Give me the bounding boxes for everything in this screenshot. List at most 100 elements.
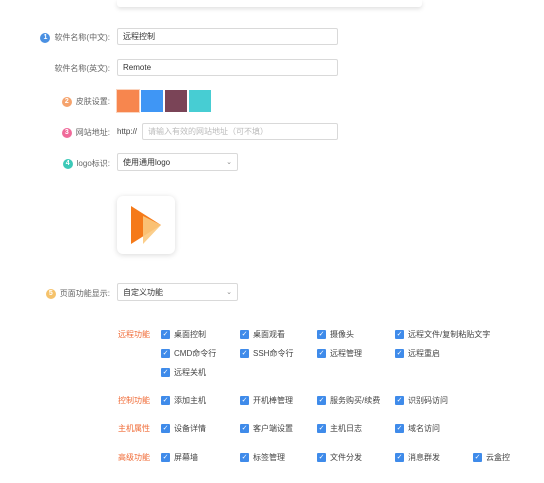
website-label: 3 网站地址: <box>61 127 110 138</box>
checkbox-camera[interactable]: ✓ 摄像头 <box>317 329 354 340</box>
website-input[interactable]: 请输入有效的网站地址（可不填） <box>142 123 338 140</box>
checkbox-remote-shutdown[interactable]: ✓ 远程关机 <box>161 367 206 378</box>
website-label-text: 网站地址: <box>75 128 110 137</box>
name-cn-label-text: 软件名称(中文): <box>54 33 110 42</box>
checkbox-cmd[interactable]: ✓ CMD命令行 <box>161 348 216 359</box>
skin-swatch-teal[interactable] <box>189 90 211 112</box>
skin-swatch-maroon[interactable] <box>165 90 187 112</box>
check-icon: ✓ <box>317 349 326 358</box>
checkbox-label: 桌面控制 <box>174 330 206 339</box>
step-5-badge: 5 <box>45 288 56 299</box>
checkbox-service-purchase[interactable]: ✓ 服务购买/续费 <box>317 395 380 406</box>
logo-preview <box>117 196 175 254</box>
checkbox-label: SSH命令行 <box>253 349 294 358</box>
checkbox-desktop-view[interactable]: ✓ 桌面观看 <box>240 329 285 340</box>
checkbox-label: 桌面观看 <box>253 330 285 339</box>
logo-label-text: logo标识: <box>76 159 110 168</box>
skin-label-text: 皮肤设置: <box>75 97 110 106</box>
check-icon: ✓ <box>161 349 170 358</box>
check-icon: ✓ <box>161 368 170 377</box>
group-label-control: 控制功能 <box>118 396 150 405</box>
name-en-label: 软件名称(英文): <box>54 63 110 74</box>
logo-select[interactable]: 使用通用logo ⌄ <box>117 153 238 171</box>
checkbox-label: 识别码访问 <box>408 396 448 405</box>
check-icon: ✓ <box>317 396 326 405</box>
checkbox-label: 设备详情 <box>174 424 206 433</box>
checkbox-label: 添加主机 <box>174 396 206 405</box>
check-icon: ✓ <box>161 453 170 462</box>
checkbox-label: 远程关机 <box>174 368 206 377</box>
group-label-host: 主机属性 <box>118 424 150 433</box>
checkbox-host-log[interactable]: ✓ 主机日志 <box>317 423 362 434</box>
check-icon: ✓ <box>395 330 404 339</box>
checkbox-label: CMD命令行 <box>174 349 217 358</box>
check-icon: ✓ <box>240 349 249 358</box>
checkbox-label: 远程管理 <box>330 349 362 358</box>
checkbox-message-broadcast[interactable]: ✓ 消息群发 <box>395 452 440 463</box>
checkbox-id-access[interactable]: ✓ 识别码访问 <box>395 395 448 406</box>
website-prefix: http:// <box>117 127 138 136</box>
checkbox-add-host[interactable]: ✓ 添加主机 <box>161 395 206 406</box>
checkbox-label: 文件分发 <box>330 453 362 462</box>
step-3-badge: 3 <box>61 127 72 138</box>
check-icon: ✓ <box>395 424 404 433</box>
page-func-select[interactable]: 自定义功能 ⌄ <box>117 283 238 301</box>
logo-select-value: 使用通用logo <box>123 157 171 167</box>
name-en-label-text: 软件名称(英文): <box>54 64 110 73</box>
play-logo-icon <box>131 206 161 244</box>
page-func-label: 5 页面功能显示: <box>45 288 110 299</box>
checkbox-device-detail[interactable]: ✓ 设备详情 <box>161 423 206 434</box>
top-panel-edge <box>117 0 422 7</box>
check-icon: ✓ <box>240 396 249 405</box>
name-cn-label: 1 软件名称(中文): <box>40 32 110 43</box>
checkbox-label: 远程文件/复制粘贴文字 <box>408 330 491 339</box>
checkbox-tag-manage[interactable]: ✓ 标签管理 <box>240 452 285 463</box>
skin-swatch-blue[interactable] <box>141 90 163 112</box>
checkbox-label: 远程重启 <box>408 349 440 358</box>
name-en-input[interactable]: Remote <box>117 59 338 76</box>
checkbox-label: 主机日志 <box>330 424 362 433</box>
check-icon: ✓ <box>395 349 404 358</box>
checkbox-label: 客户端设置 <box>253 424 293 433</box>
check-icon: ✓ <box>161 330 170 339</box>
checkbox-remote-manage[interactable]: ✓ 远程管理 <box>317 348 362 359</box>
group-label-advanced: 高级功能 <box>118 453 150 462</box>
step-1-badge: 1 <box>40 32 51 43</box>
check-icon: ✓ <box>395 453 404 462</box>
checkbox-label: 域名访问 <box>408 424 440 433</box>
checkbox-label: 消息群发 <box>408 453 440 462</box>
check-icon: ✓ <box>240 330 249 339</box>
chevron-down-icon: ⌄ <box>226 289 232 296</box>
check-icon: ✓ <box>161 396 170 405</box>
check-icon: ✓ <box>317 424 326 433</box>
check-icon: ✓ <box>395 396 404 405</box>
check-icon: ✓ <box>473 453 482 462</box>
check-icon: ✓ <box>317 330 326 339</box>
group-label-remote: 远程功能 <box>118 330 150 339</box>
logo-label: 4 logo标识: <box>62 158 110 169</box>
check-icon: ✓ <box>161 424 170 433</box>
checkbox-label: 摄像头 <box>330 330 354 339</box>
checkbox-cloud-box[interactable]: ✓ 云盒控 <box>473 452 510 463</box>
checkbox-label: 标签管理 <box>253 453 285 462</box>
checkbox-label: 服务购买/续费 <box>330 396 381 405</box>
checkbox-label: 云盒控 <box>486 453 510 462</box>
checkbox-ssh[interactable]: ✓ SSH命令行 <box>240 348 293 359</box>
checkbox-domain-access[interactable]: ✓ 域名访问 <box>395 423 440 434</box>
checkbox-boot-stick[interactable]: ✓ 开机棒管理 <box>240 395 293 406</box>
checkbox-file-distribute[interactable]: ✓ 文件分发 <box>317 452 362 463</box>
check-icon: ✓ <box>240 424 249 433</box>
checkbox-label: 开机棒管理 <box>253 396 293 405</box>
step-4-badge: 4 <box>62 158 73 169</box>
checkbox-remote-restart[interactable]: ✓ 远程重启 <box>395 348 440 359</box>
name-cn-input[interactable]: 远程控制 <box>117 28 338 45</box>
checkbox-label: 屏幕墙 <box>174 453 198 462</box>
checkbox-screen-wall[interactable]: ✓ 屏幕墙 <box>161 452 198 463</box>
checkbox-desktop-control[interactable]: ✓ 桌面控制 <box>161 329 206 340</box>
checkbox-client-settings[interactable]: ✓ 客户端设置 <box>240 423 293 434</box>
chevron-down-icon: ⌄ <box>226 159 232 166</box>
skin-swatch-orange[interactable] <box>117 90 139 112</box>
step-2-badge: 2 <box>61 96 72 107</box>
check-icon: ✓ <box>317 453 326 462</box>
checkbox-remote-file[interactable]: ✓ 远程文件/复制粘贴文字 <box>395 329 490 340</box>
